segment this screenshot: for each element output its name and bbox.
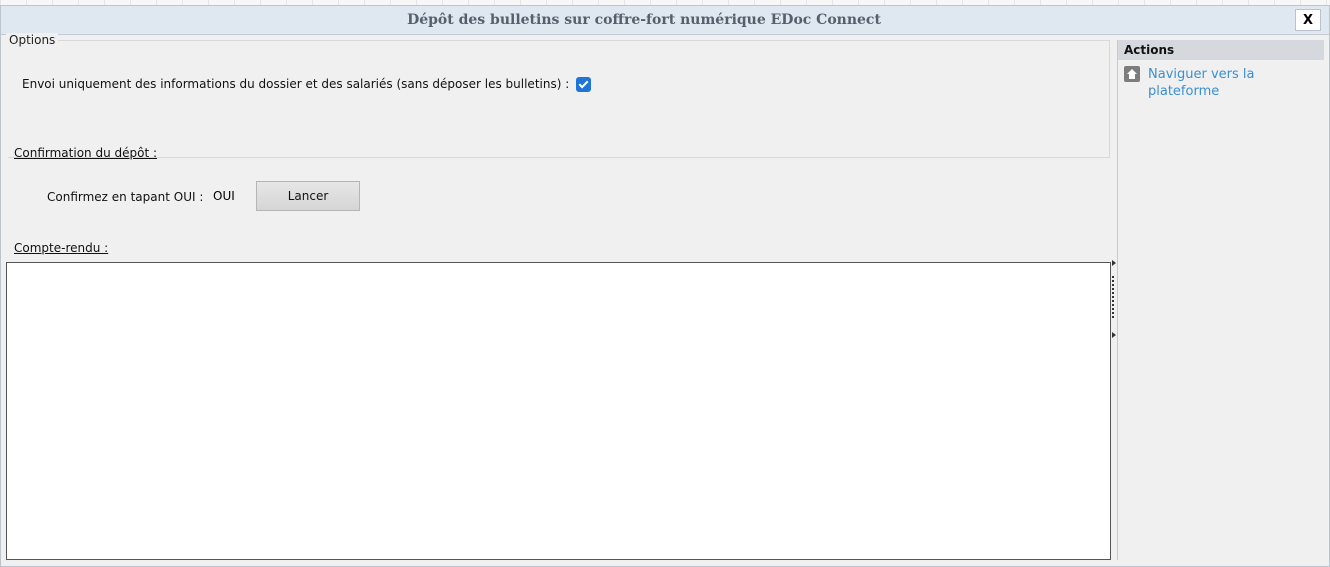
launch-button[interactable]: Lancer (256, 181, 360, 211)
home-icon[interactable] (1124, 66, 1140, 82)
splitter-arrow-icon (1112, 332, 1116, 338)
splitter-arrow-icon (1112, 260, 1116, 266)
close-button[interactable]: X (1295, 9, 1321, 31)
dialog-title: Dépôt des bulletins sur coffre-fort numé… (407, 12, 881, 28)
confirm-prompt-label: Confirmez en tapant OUI : (47, 190, 204, 204)
actions-header: Actions (1118, 40, 1324, 60)
send-info-only-label: Envoi uniquement des informations du dos… (22, 77, 570, 91)
report-textarea[interactable] (6, 262, 1111, 560)
actions-panel: Actions Naviguer vers la plateforme (1117, 40, 1324, 560)
options-legend: Options (6, 33, 59, 47)
splitter-grip (1112, 276, 1114, 320)
navigate-to-platform-link[interactable]: Naviguer vers la plateforme (1148, 66, 1298, 100)
options-group (8, 40, 1110, 158)
report-section-label: Compte-rendu : (14, 241, 109, 255)
confirm-input[interactable] (210, 182, 248, 210)
title-bar[interactable]: Dépôt des bulletins sur coffre-fort numé… (1, 6, 1329, 35)
confirmation-section-label: Confirmation du dépôt : (14, 146, 158, 160)
send-info-only-checkbox[interactable] (576, 77, 591, 92)
